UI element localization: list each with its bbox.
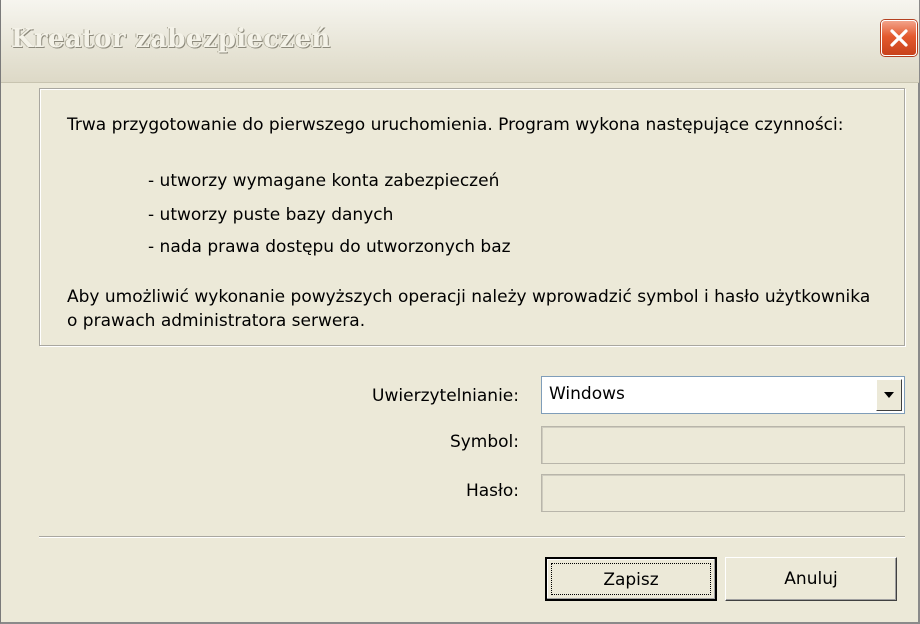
save-button[interactable]: Zapisz bbox=[545, 557, 717, 601]
symbol-field[interactable] bbox=[541, 426, 905, 464]
bullet-item: - utworzy puste bazy danych bbox=[148, 205, 394, 225]
auth-label: Uwierzytelnianie: bbox=[372, 386, 519, 406]
password-field[interactable] bbox=[541, 474, 905, 512]
outro-text: Aby umożliwić wykonanie powyższych opera… bbox=[67, 287, 871, 331]
close-button[interactable] bbox=[881, 20, 917, 56]
window-title: Kreator zabezpieczeń bbox=[11, 24, 331, 54]
auth-select[interactable]: Windows bbox=[541, 376, 905, 414]
info-panel: Trwa przygotowanie do pierwszego uruchom… bbox=[39, 88, 905, 346]
auth-dropdown-button[interactable] bbox=[876, 379, 902, 411]
bullet-item: - utworzy wymagane konta zabezpieczeń bbox=[148, 171, 500, 191]
separator bbox=[39, 536, 905, 538]
symbol-label: Symbol: bbox=[449, 432, 519, 452]
chevron-down-icon bbox=[884, 392, 894, 398]
password-label: Hasło: bbox=[465, 481, 519, 501]
bullet-item: - nada prawa dostępu do utworzonych baz bbox=[148, 237, 511, 257]
intro-text: Trwa przygotowanie do pierwszego uruchom… bbox=[67, 115, 844, 135]
cancel-button[interactable]: Anuluj bbox=[725, 557, 897, 601]
auth-select-value: Windows bbox=[549, 384, 625, 404]
save-button-label: Zapisz bbox=[551, 563, 711, 595]
security-wizard-dialog: Kreator zabezpieczeń Trwa przygotowanie … bbox=[0, 0, 920, 624]
close-icon bbox=[890, 29, 908, 47]
title-bar[interactable]: Kreator zabezpieczeń bbox=[1, 0, 919, 83]
